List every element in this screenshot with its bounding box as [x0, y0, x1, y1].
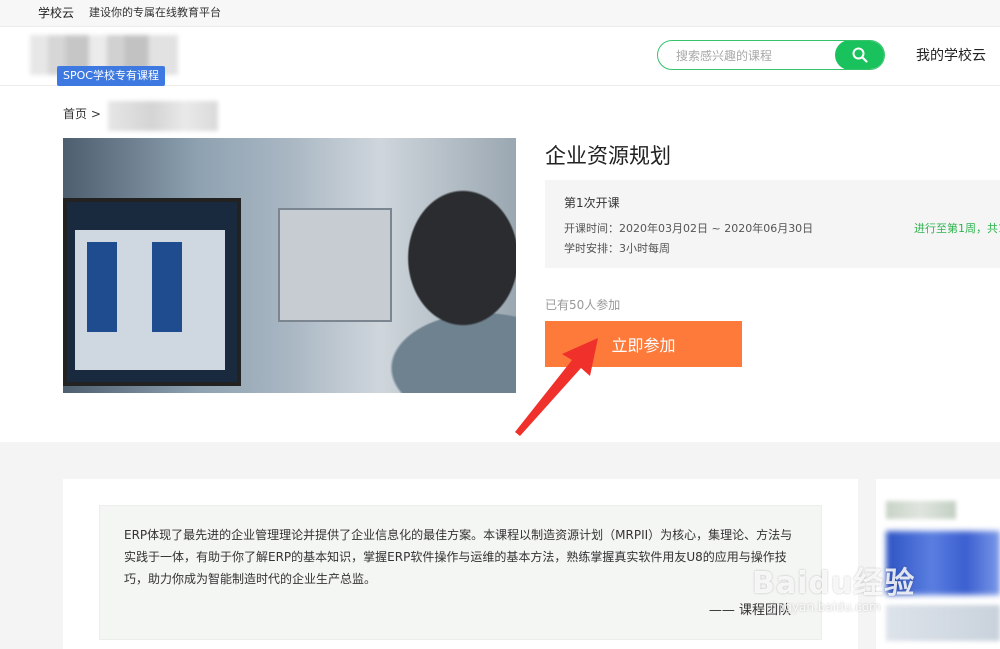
course-header-section: 首页 > 企业资源规划 第1次开课 开课时间：2020年03月02日 ~ 202…: [0, 86, 1000, 442]
session-progress: 进行至第1周，共1: [914, 222, 1000, 235]
spoc-badge: SPOC学校专有课程: [57, 66, 165, 86]
top-strip: 学校云 建设你的专属在线教育平台: [0, 0, 1000, 27]
session-info: 第1次开课 开课时间：2020年03月02日 ~ 2020年06月30日 学时安…: [545, 180, 1000, 268]
search-icon: [852, 47, 868, 63]
breadcrumb: 首页 >: [63, 105, 101, 122]
cover-machine: [278, 208, 392, 322]
slogan: 建设你的专属在线教育平台: [89, 6, 221, 19]
session-name: 第1次开课: [564, 196, 620, 210]
participant-count: 已有50人参加: [545, 298, 621, 312]
breadcrumb-separator: >: [90, 107, 101, 121]
session-hours: 学时安排：3小时每周: [564, 242, 670, 255]
side-card-blurred-text: [886, 605, 1000, 641]
my-school-link[interactable]: 我的学校云: [916, 45, 986, 65]
baidu-watermark: Baidu经验: [752, 566, 916, 601]
intro-box: ERP体现了最先进的企业管理理论并提供了企业信息化的最佳方案。本课程以制造资源计…: [99, 505, 822, 640]
search-input[interactable]: [674, 41, 838, 69]
course-intro-card: ERP体现了最先进的企业管理理论并提供了企业信息化的最佳方案。本课程以制造资源计…: [63, 479, 858, 649]
session-time: 开课时间：2020年03月02日 ~ 2020年06月30日: [564, 222, 814, 235]
intro-text: ERP体现了最先进的企业管理理论并提供了企业信息化的最佳方案。本课程以制造资源计…: [124, 528, 793, 586]
red-arrow-icon: [515, 338, 598, 436]
search-box: [657, 40, 885, 70]
side-card-blurred-title: [886, 501, 956, 519]
brand-link[interactable]: 学校云: [38, 0, 74, 26]
breadcrumb-school-blurred[interactable]: [108, 101, 218, 131]
breadcrumb-home[interactable]: 首页: [63, 107, 87, 121]
search-button[interactable]: [835, 41, 884, 69]
course-title: 企业资源规划: [545, 144, 671, 168]
course-cover-video[interactable]: [63, 138, 516, 393]
baidu-watermark-url: jingyan.baidu.com: [770, 600, 881, 614]
cover-monitor: [63, 198, 241, 386]
